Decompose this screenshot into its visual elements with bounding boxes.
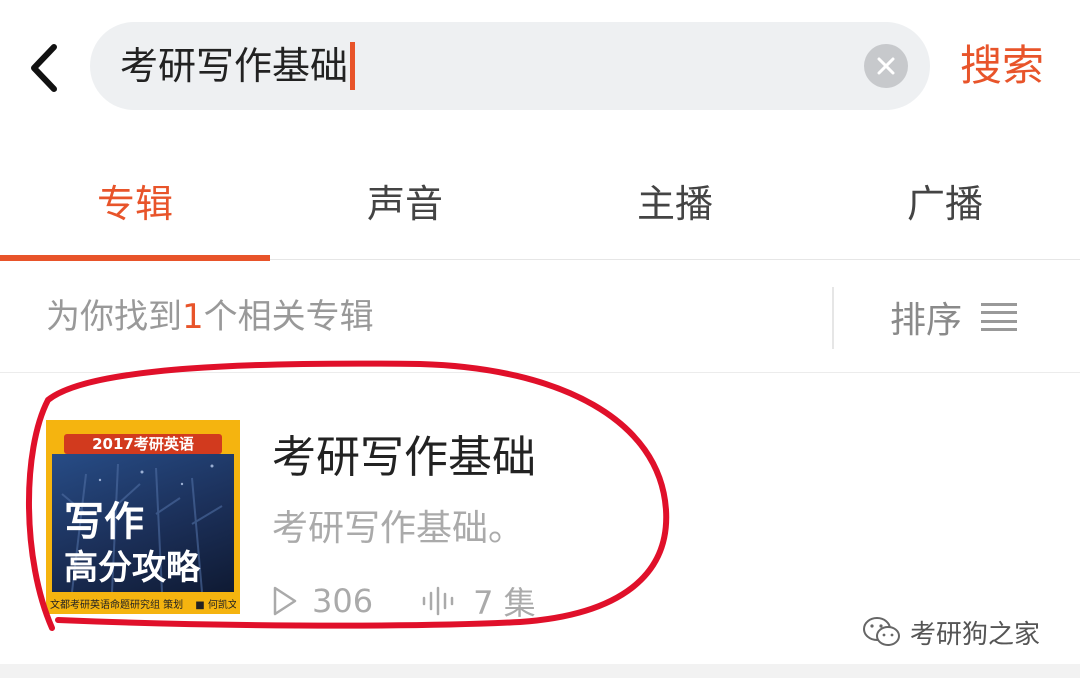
vertical-divider (832, 287, 834, 349)
sort-button[interactable]: 排序 (890, 291, 1018, 343)
tab-radio[interactable]: 广播 (810, 140, 1080, 260)
album-description: 考研写作基础。 (272, 508, 525, 549)
result-count-suffix: 个相关专辑 (203, 297, 374, 337)
search-header: 考研写作基础 搜索 (0, 0, 1080, 130)
play-icon (273, 586, 297, 616)
tab-albums[interactable]: 专辑 (0, 140, 270, 261)
list-sort-icon (981, 303, 1018, 331)
watermark: 考研狗之家 (862, 612, 1040, 652)
audio-wave-icon (422, 586, 454, 616)
back-button[interactable] (18, 40, 68, 96)
episode-count: 7 集 (473, 584, 536, 622)
album-cover: 2017考研英语 写作 高分攻略 文都考研英语命题研究组 策划 ■ 何凯文 (46, 420, 240, 614)
result-summary-bar: 为你找到1个相关专辑 排序 (0, 261, 1080, 373)
search-input[interactable]: 考研写作基础 (120, 40, 356, 92)
result-count-prefix: 为你找到 (46, 297, 182, 337)
result-count-text: 为你找到1个相关专辑 (46, 293, 374, 341)
search-button[interactable]: 搜索 (960, 38, 1044, 94)
search-query: 考研写作基础 (120, 44, 349, 88)
wechat-icon (863, 617, 900, 646)
tab-anchors[interactable]: 主播 (540, 140, 810, 260)
cover-footer-left: 文都考研英语命题研究组 策划 (50, 600, 184, 611)
list-bottom-separator (0, 664, 1080, 678)
text-caret (350, 41, 356, 90)
play-count: 306 (312, 582, 374, 620)
cover-footer-right: ■ 何凯文 编著 (195, 600, 236, 611)
album-title: 考研写作基础 (272, 432, 536, 483)
cover-artwork: 写作 高分攻略 (52, 454, 234, 592)
cover-title-line2: 高分攻略 (64, 548, 200, 588)
sort-label: 排序 (890, 300, 963, 341)
album-stats: 306 7 集 (272, 579, 536, 623)
cover-footer: 文都考研英语命题研究组 策划 ■ 何凯文 编著 (50, 596, 236, 611)
tab-sounds[interactable]: 声音 (270, 140, 540, 260)
result-tabs: 专辑 声音 主播 广播 (0, 140, 1080, 261)
search-box[interactable]: 考研写作基础 (90, 22, 930, 110)
clear-search-button[interactable] (864, 44, 908, 88)
chevron-left-icon (31, 44, 57, 92)
close-icon (877, 57, 895, 75)
cover-title-line1: 写作 (64, 498, 144, 545)
watermark-text: 考研狗之家 (910, 619, 1041, 650)
result-count-number: 1 (182, 297, 204, 337)
cover-banner: 2017考研英语 (64, 434, 222, 454)
